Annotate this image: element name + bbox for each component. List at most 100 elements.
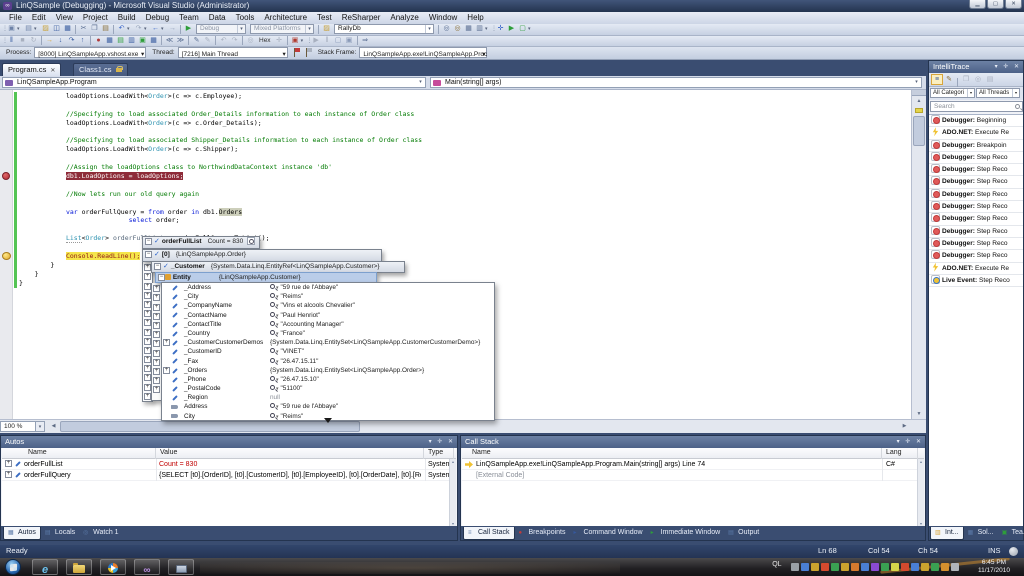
menu-team[interactable]: Team — [174, 12, 204, 24]
autos-scrollbar[interactable] — [449, 459, 456, 526]
datatip-member-row[interactable]: _CustomerID"VINET" — [162, 347, 494, 356]
pause-secondary-icon[interactable]: ‖ — [322, 36, 333, 46]
scroll-thumb[interactable] — [913, 116, 925, 146]
expand-icon[interactable] — [153, 368, 160, 375]
paste-icon[interactable]: ▤ — [100, 24, 111, 34]
expand-icon[interactable] — [144, 310, 151, 317]
scroll-left-icon[interactable] — [48, 421, 59, 432]
menu-tools[interactable]: Tools — [231, 12, 260, 24]
expand-icon[interactable] — [153, 377, 160, 384]
tray-icon[interactable] — [941, 563, 949, 571]
step-out-icon[interactable]: ↑ — [77, 36, 88, 46]
expand-icon[interactable] — [153, 386, 160, 393]
redo-nav-icon[interactable]: ↷ — [229, 36, 240, 46]
save-icon[interactable]: ◫ — [51, 24, 62, 34]
datatip-member-row[interactable]: _Country"France" — [162, 329, 494, 338]
step-into-icon[interactable]: ↓ — [55, 36, 66, 46]
filter-edit-icon[interactable]: ✎ — [943, 74, 955, 85]
expand-icon[interactable] — [144, 384, 151, 391]
expand-icon[interactable] — [144, 329, 151, 336]
datatip-member-row[interactable]: _CustomerCustomerDemos{System.Data.Linq.… — [162, 338, 494, 347]
zoom-level[interactable]: 100 % — [0, 421, 36, 432]
expand-icon[interactable] — [5, 460, 12, 467]
tray-icon[interactable] — [821, 563, 829, 571]
magnifier-icon[interactable] — [270, 284, 275, 289]
magnifier-dropdown-icon[interactable] — [247, 237, 255, 245]
taskbar-explorer-button[interactable] — [66, 559, 92, 575]
intellitrace-event[interactable]: Debugger: Step Reco — [929, 164, 1023, 176]
intellitrace-event[interactable]: ADO.NET: Execute Re — [929, 127, 1023, 139]
process-combo[interactable]: [8000] LinQSampleApp.vshost.exe — [34, 47, 146, 58]
column-header[interactable]: Name — [462, 448, 882, 459]
collapse-icon[interactable] — [154, 263, 161, 270]
magnifier-icon[interactable] — [270, 293, 275, 298]
tray-icon[interactable] — [851, 563, 859, 571]
callstack-scrollbar[interactable] — [917, 459, 924, 526]
menu-debug[interactable]: Debug — [141, 12, 175, 24]
find-in-files-icon[interactable]: ◎ — [452, 24, 463, 34]
break-all-icon[interactable]: ‖ — [6, 36, 17, 46]
callstack-window-icon[interactable]: ▦ — [148, 36, 159, 46]
watch-window-icon[interactable]: ▤ — [115, 36, 126, 46]
datatip-member-row[interactable]: _CompanyName"Vins et alcools Chevalier" — [162, 301, 494, 310]
types-combo[interactable]: LinQSampleApp.Program — [2, 77, 426, 88]
members-combo[interactable]: Main(string[] args) — [430, 77, 922, 88]
breakpoint-margin[interactable] — [0, 90, 13, 419]
save-all-icon[interactable]: ▦ — [62, 24, 73, 34]
magnifier-icon[interactable] — [270, 302, 275, 307]
collapse-icon[interactable] — [158, 274, 165, 281]
magnifier-icon[interactable] — [270, 358, 275, 363]
autos-window-icon[interactable]: ▥ — [126, 36, 137, 46]
solution-platforms-combo[interactable]: Mixed Platforms — [250, 24, 314, 34]
expand-icon[interactable] — [153, 313, 160, 320]
expand-icon[interactable] — [144, 292, 151, 299]
tab-command-window[interactable]: ▸Command Window — [569, 527, 646, 540]
expand-icon[interactable] — [144, 264, 151, 271]
tab-int-[interactable]: ▥Int... — [930, 527, 964, 540]
intellitrace-event[interactable]: Debugger: Step Reco — [929, 238, 1023, 250]
datatip-member-row[interactable]: _Orders{System.Data.Linq.EntitySet<LinQS… — [162, 366, 494, 375]
callstack-grid[interactable]: NameLang LinQSampleApp.exe!LinQSampleApp… — [462, 448, 924, 526]
open-file-icon[interactable]: ▨ — [40, 24, 51, 34]
combo-dropdown-icon[interactable] — [237, 25, 245, 33]
expand-icon[interactable] — [153, 294, 160, 301]
copy-events-icon[interactable]: ❐ — [960, 74, 972, 85]
expand-icon[interactable] — [144, 273, 151, 280]
datatip-member-row[interactable]: _Address"59 rue de l'Abbaye" — [162, 283, 494, 292]
window-buttons[interactable] — [897, 437, 923, 448]
solution-configurations-combo[interactable]: Debug — [196, 24, 246, 34]
start-button[interactable] — [5, 559, 21, 575]
column-header[interactable]: Type — [424, 448, 454, 459]
menu-file[interactable]: File — [4, 12, 27, 24]
tab-sol-[interactable]: ▦Sol... — [964, 527, 998, 540]
restart-icon[interactable]: ↻ — [28, 36, 39, 46]
collapse-icon[interactable] — [145, 238, 152, 245]
expand-icon[interactable] — [144, 374, 151, 381]
expand-icon[interactable] — [163, 367, 170, 374]
data-connection-icon[interactable]: ▨ — [321, 24, 332, 34]
expand-icon[interactable] — [144, 283, 151, 290]
magnifier-icon[interactable] — [270, 348, 275, 353]
collapse-icon[interactable] — [145, 251, 152, 258]
intellitrace-event[interactable]: Live Event: Step Reco — [929, 275, 1023, 287]
datatip-member-row[interactable]: _Fax"26.47.15.11" — [162, 357, 494, 366]
expand-icon[interactable] — [144, 319, 151, 326]
immediate-window-icon[interactable]: ▦ — [104, 36, 115, 46]
magnifier-icon[interactable] — [270, 330, 275, 335]
magnifier-icon[interactable] — [270, 413, 275, 418]
taskbar-ie-button[interactable]: e — [32, 559, 58, 575]
intellitrace-title-bar[interactable]: IntelliTrace — [929, 61, 1023, 73]
autos-grid[interactable]: NameValueType orderFullListCount = 830Sy… — [2, 448, 456, 526]
add-item-icon[interactable]: ▤ — [23, 24, 34, 34]
intellitrace-search-input[interactable]: Search — [930, 101, 1023, 112]
tab-immediate-window[interactable]: ▸Immediate Window — [647, 527, 725, 540]
undo-icon[interactable]: ↶ — [116, 24, 127, 34]
menu-build[interactable]: Build — [113, 12, 141, 24]
intellitrace-event[interactable]: Debugger: Breakpoin — [929, 140, 1023, 152]
comment-icon[interactable]: ✎ — [191, 36, 202, 46]
tray-icon[interactable] — [831, 563, 839, 571]
column-header[interactable]: Name — [2, 448, 156, 459]
datatip-member-row[interactable]: _City"Reims" — [162, 292, 494, 301]
datatip-orderfulllist[interactable]: orderFullListCount = 830 — [142, 236, 260, 249]
intellitrace-event[interactable]: Debugger: Step Reco — [929, 176, 1023, 188]
